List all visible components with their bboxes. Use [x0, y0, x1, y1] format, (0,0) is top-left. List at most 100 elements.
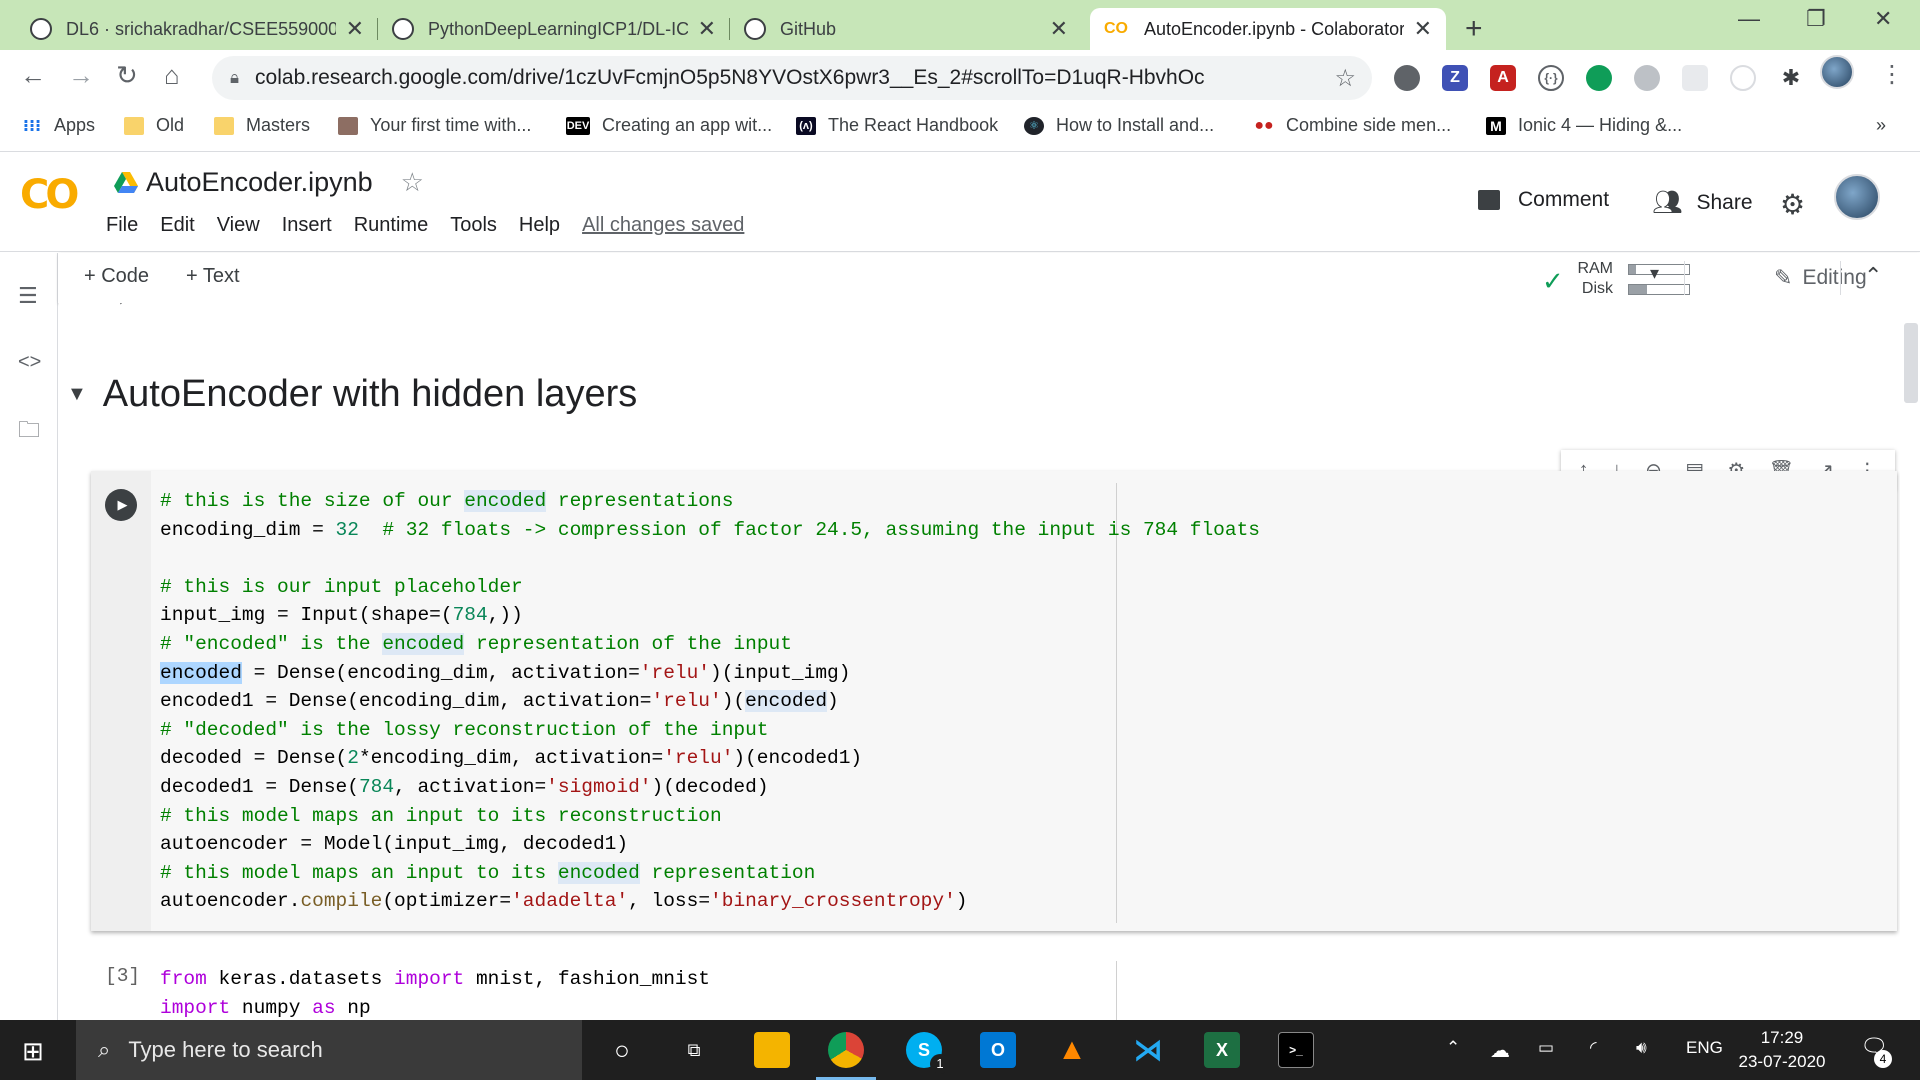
volume-icon[interactable]: 🔊︎ — [1636, 1038, 1647, 1058]
table-of-contents-icon[interactable]: ☰ — [18, 283, 38, 309]
vertical-scrollbar[interactable] — [1900, 303, 1920, 1020]
colab-logo[interactable]: CO — [20, 172, 79, 218]
puzzle-extensions-icon[interactable]: ✱ — [1778, 65, 1804, 91]
browser-tab[interactable]: DL6 · srichakradhar/CSEE5590000 ✕ — [16, 8, 378, 50]
collapse-section-caret-icon[interactable]: ▼ — [67, 383, 87, 406]
notebook-main[interactable]: ⮡ ▼ AutoEncoder with hidden layers ↑ ↓ ⊖… — [59, 303, 1900, 1020]
add-code-button[interactable]: + Code — [84, 265, 149, 288]
code-editor[interactable]: from keras.datasets import mnist, fashio… — [160, 965, 710, 1020]
menu-edit[interactable]: Edit — [160, 214, 194, 237]
section-heading[interactable]: ▼ AutoEncoder with hidden layers — [67, 373, 637, 416]
dev-icon: DEV — [566, 116, 590, 135]
bookmark-star-icon[interactable]: ☆ — [1334, 64, 1356, 93]
close-window-icon[interactable]: ✕ — [1874, 6, 1892, 32]
bookmark-apps[interactable]: ⁝⁝⁝ Apps — [22, 115, 95, 136]
extension-icon[interactable] — [1730, 65, 1756, 91]
taskbar-search-box[interactable]: ⌕ Type here to search — [76, 1020, 582, 1080]
new-tab-button[interactable]: + — [1465, 12, 1483, 46]
extension-icon[interactable] — [1682, 65, 1708, 91]
collapse-header-chevron-icon[interactable]: ⌃ — [1864, 263, 1882, 289]
back-arrow-icon[interactable]: ← — [20, 60, 46, 91]
excel-icon[interactable]: X — [1204, 1032, 1240, 1068]
wifi-icon[interactable]: ◜ — [1590, 1038, 1597, 1058]
file-explorer-icon[interactable] — [754, 1032, 790, 1068]
task-view-icon[interactable]: ⧉ — [676, 1032, 712, 1068]
grammarly-extension-icon[interactable] — [1586, 65, 1612, 91]
scrollbar-thumb[interactable] — [1904, 323, 1918, 403]
lock-icon: 🔒︎ — [230, 68, 240, 87]
address-bar[interactable]: 🔒︎ colab.research.google.com/drive/1czUv… — [212, 56, 1372, 100]
bookmark-label: Ionic 4 — Hiding &... — [1518, 115, 1683, 135]
code-editor[interactable]: # this is the size of our encoded repres… — [160, 487, 1260, 916]
vlc-icon[interactable]: ▲ — [1054, 1032, 1090, 1068]
restore-window-icon[interactable]: ❐ — [1806, 6, 1826, 32]
windows-start-icon[interactable]: ⊞ — [22, 1036, 44, 1067]
onedrive-cloud-icon[interactable]: ☁ — [1490, 1038, 1510, 1063]
resource-monitor[interactable]: RAM Disk — [1538, 258, 1708, 300]
home-icon[interactable]: ⌂ — [164, 60, 180, 91]
extension-icon[interactable] — [1634, 65, 1660, 91]
extension-icon[interactable] — [1394, 65, 1420, 91]
cortana-icon[interactable]: ○ — [604, 1032, 640, 1068]
chrome-menu-icon[interactable]: ⋮ — [1880, 60, 1904, 89]
chrome-icon[interactable] — [828, 1032, 864, 1068]
close-tab-icon[interactable]: ✕ — [1050, 16, 1068, 42]
browser-tab[interactable]: GitHub ✕ — [730, 8, 1082, 50]
extension-icon[interactable]: {·} — [1538, 65, 1564, 91]
comment-button[interactable]: Comment — [1478, 188, 1609, 212]
bookmark-item[interactable]: ●● Combine side men... — [1254, 115, 1451, 136]
minimize-window-icon[interactable]: — — [1738, 6, 1760, 32]
menu-view[interactable]: View — [217, 214, 260, 237]
bookmark-folder-old[interactable]: Old — [124, 115, 184, 136]
runtime-dropdown-chevron-icon[interactable]: ▾ — [1650, 263, 1659, 284]
left-sidebar: ☰ <> 🗀︎ — [0, 253, 58, 1020]
editing-mode-button[interactable]: ✎ Editing — [1774, 265, 1867, 291]
save-status[interactable]: All changes saved — [582, 214, 744, 237]
menu-insert[interactable]: Insert — [282, 214, 332, 237]
menu-tools[interactable]: Tools — [450, 214, 497, 237]
battery-icon[interactable]: ▭ — [1538, 1038, 1554, 1058]
taskbar-clock[interactable]: 17:29 23-07-2020 — [1730, 1026, 1834, 1074]
share-button[interactable]: 👥︎ Share — [1652, 188, 1753, 217]
account-avatar[interactable] — [1834, 174, 1880, 220]
settings-gear-icon[interactable]: ⚙ — [1780, 188, 1805, 221]
outlook-icon[interactable]: O — [980, 1032, 1016, 1068]
browser-tab-active[interactable]: CO AutoEncoder.ipynb - Colaboratory ✕ — [1090, 8, 1446, 50]
tab-title: PythonDeepLearningICP1/DL-ICP — [428, 18, 688, 39]
bookmark-item[interactable]: M Ionic 4 — Hiding &... — [1486, 115, 1682, 136]
run-cell-play-icon[interactable]: ▶ — [105, 489, 137, 521]
notebook-title-text[interactable]: AutoEncoder.ipynb — [146, 167, 373, 198]
close-tab-icon[interactable]: ✕ — [346, 16, 364, 42]
disk-bar-fill — [1629, 285, 1647, 294]
comment-label: Comment — [1518, 188, 1610, 211]
code-cell-active[interactable]: ▶ # this is the size of our encoded repr… — [91, 471, 1897, 931]
close-tab-icon[interactable]: ✕ — [698, 16, 716, 42]
menu-runtime[interactable]: Runtime — [354, 214, 428, 237]
bookmark-item[interactable]: ⚛ How to Install and... — [1024, 115, 1214, 136]
add-text-button[interactable]: + Text — [186, 265, 240, 288]
code-snippets-icon[interactable]: <> — [18, 351, 41, 374]
pdf-extension-icon[interactable]: A — [1490, 65, 1516, 91]
profile-avatar[interactable] — [1820, 55, 1854, 89]
files-folder-icon[interactable]: 🗀︎ — [18, 413, 40, 451]
bookmark-item[interactable]: Your first time with... — [338, 115, 531, 136]
close-tab-icon[interactable]: ✕ — [1414, 16, 1432, 42]
terminal-icon[interactable]: >_ — [1278, 1032, 1314, 1068]
menu-help[interactable]: Help — [519, 214, 560, 237]
star-notebook-icon[interactable]: ☆ — [401, 167, 424, 198]
bookmark-item[interactable]: (ʌ) The React Handbook — [796, 115, 998, 136]
bookmarks-overflow[interactable]: » — [1876, 115, 1886, 136]
vscode-icon[interactable]: ⋊ — [1130, 1032, 1166, 1068]
tray-overflow-chevron-icon[interactable]: ⌃ — [1446, 1038, 1460, 1058]
zotero-extension-icon[interactable]: Z — [1442, 65, 1468, 91]
browser-toolbar: ← → ↻ ⌂ 🔒︎ colab.research.google.com/dri… — [0, 50, 1920, 106]
bookmark-folder-masters[interactable]: Masters — [214, 115, 310, 136]
forward-arrow-icon[interactable]: → — [68, 60, 94, 91]
reload-icon[interactable]: ↻ — [116, 60, 138, 91]
menu-file[interactable]: File — [106, 214, 138, 237]
bookmark-item[interactable]: DEV Creating an app wit... — [566, 115, 772, 136]
language-indicator[interactable]: ENG — [1686, 1038, 1723, 1058]
browser-tab[interactable]: PythonDeepLearningICP1/DL-ICP ✕ — [378, 8, 730, 50]
search-placeholder: Type here to search — [128, 1037, 323, 1062]
code-cell[interactable]: [3] from keras.datasets import mnist, fa… — [91, 951, 1897, 1020]
